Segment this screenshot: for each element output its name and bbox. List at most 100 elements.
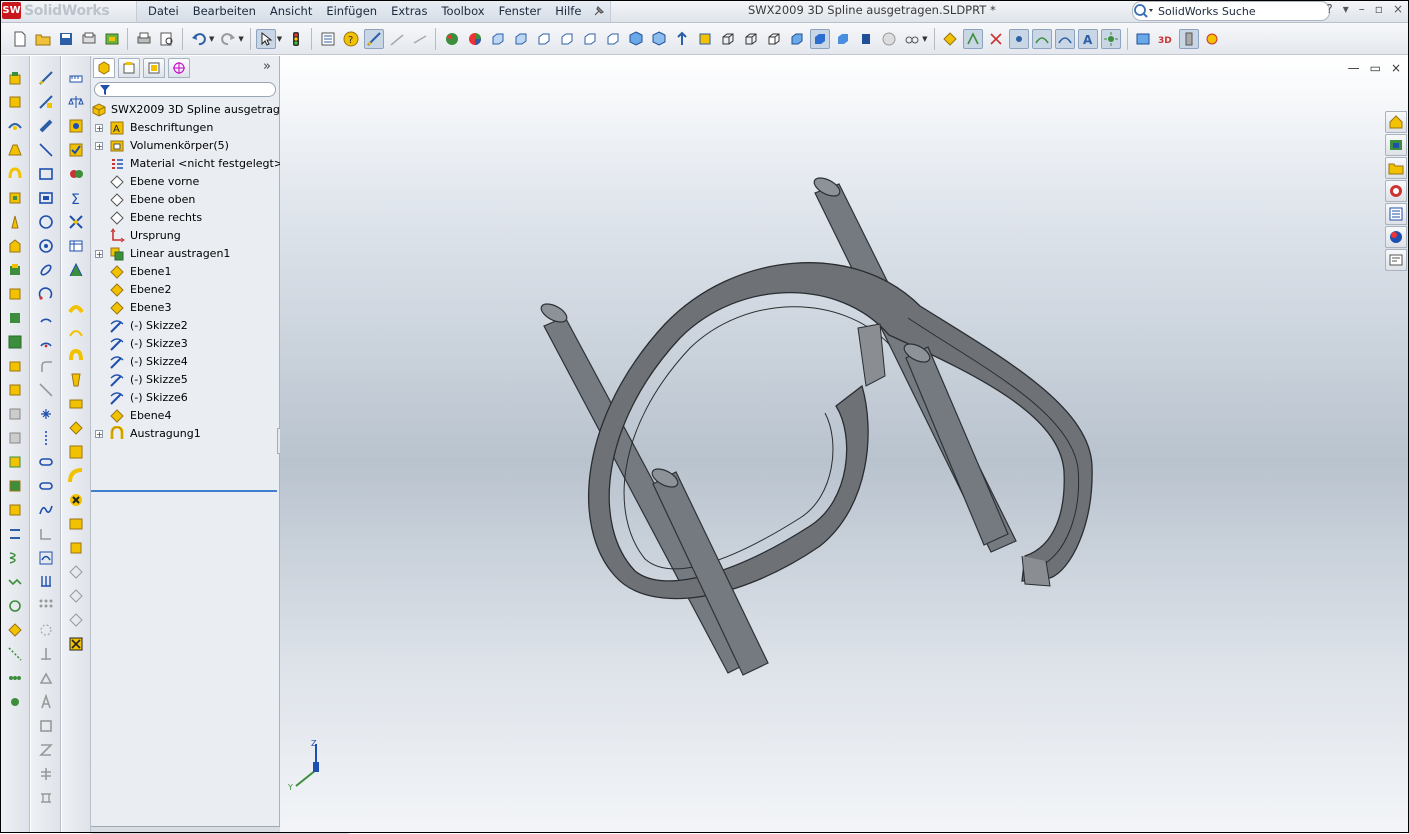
boundary-boss-icon[interactable] (5, 164, 25, 184)
minimize-button[interactable]: ▾ (1343, 2, 1349, 16)
construction-line-icon[interactable] (36, 428, 56, 448)
centerpoint-arc-icon[interactable] (36, 332, 56, 352)
view-front-icon[interactable] (488, 29, 508, 49)
hidden-lines-visible-icon[interactable] (741, 29, 761, 49)
mass-properties-icon[interactable] (66, 92, 86, 112)
rollback-bar[interactable] (91, 490, 277, 492)
addins-icon[interactable] (1202, 29, 1222, 49)
view-planes-icon[interactable] (940, 29, 960, 49)
tree-root-part[interactable]: SWX2009 3D Spline ausgetragen (91, 101, 294, 119)
view-settings-dropdown-icon[interactable]: ▼ (922, 35, 927, 43)
reference-point-icon[interactable] (5, 668, 25, 688)
design-study-icon[interactable] (66, 260, 86, 280)
untrim-surface-icon[interactable] (66, 586, 86, 606)
hidden-lines-removed-icon[interactable] (764, 29, 784, 49)
smart-dimension-tool-icon[interactable] (36, 116, 56, 136)
tree-item[interactable]: Ebene4 (91, 407, 279, 425)
save-icon[interactable] (56, 29, 76, 49)
tab-property-manager[interactable] (118, 58, 140, 78)
expand-toggle-icon[interactable]: + (95, 250, 103, 259)
ruled-surface-icon[interactable] (66, 442, 86, 462)
split-icon[interactable] (5, 524, 25, 544)
equations-icon[interactable]: Σ (66, 188, 86, 208)
combine-icon[interactable] (5, 500, 25, 520)
slot-icon[interactable] (36, 188, 56, 208)
new-document-icon[interactable] (10, 29, 30, 49)
extend-surface-icon[interactable] (66, 466, 86, 486)
menu-toolbox[interactable]: Toolbox (434, 4, 491, 18)
undo-icon[interactable] (189, 29, 209, 49)
swept-surface-icon[interactable] (66, 298, 86, 318)
help-bubble-icon[interactable]: ? (341, 29, 361, 49)
tree-item[interactable]: (-) Skizze5 (91, 371, 279, 389)
measure-icon[interactable] (66, 68, 86, 88)
boundary-surface-icon[interactable] (66, 346, 86, 366)
tree-item[interactable]: Ebene oben (91, 191, 279, 209)
scale-icon[interactable] (36, 764, 56, 784)
view-curves-icon[interactable] (1055, 28, 1076, 49)
reference-plane-icon[interactable] (5, 620, 25, 640)
tree-item[interactable]: Ebene1 (91, 263, 279, 281)
spline-icon[interactable] (36, 500, 56, 520)
rebuild-icon[interactable] (102, 29, 122, 49)
graphics-area[interactable]: — ▭ × Z Y (280, 56, 1409, 833)
view-points-icon[interactable] (1009, 28, 1030, 49)
display-states-icon[interactable] (442, 29, 462, 49)
planar-surface-icon[interactable] (66, 394, 86, 414)
sketch-point-icon[interactable] (36, 404, 56, 424)
sketch-pattern-icon[interactable] (36, 596, 56, 616)
three-point-arc-icon[interactable] (36, 308, 56, 328)
linear-pattern-icon[interactable] (5, 332, 25, 352)
normal-to-icon[interactable] (672, 29, 692, 49)
swept-cut-icon[interactable] (5, 236, 25, 256)
minimize-window-icon[interactable]: – (1359, 2, 1365, 16)
print-preview-icon[interactable] (79, 29, 99, 49)
ellipse-icon[interactable] (36, 260, 56, 280)
section-properties-icon[interactable] (66, 116, 86, 136)
pin-icon[interactable] (592, 4, 606, 18)
wireframe-icon[interactable] (718, 29, 738, 49)
rib-icon[interactable] (5, 356, 25, 376)
dimension-icon[interactable] (387, 29, 407, 49)
tree-item[interactable]: (-) Skizze4 (91, 353, 279, 371)
view-top-icon[interactable] (580, 29, 600, 49)
convert-entities-icon[interactable] (36, 524, 56, 544)
tree-item[interactable]: (-) Skizze6 (91, 389, 279, 407)
section-view-icon[interactable] (695, 29, 715, 49)
wrap-icon[interactable] (5, 428, 25, 448)
tree-filter-input[interactable] (94, 82, 276, 97)
tab-configuration-manager[interactable] (143, 58, 165, 78)
filled-surface-icon[interactable] (66, 370, 86, 390)
arc-icon[interactable] (36, 236, 56, 256)
realview-icon[interactable] (879, 29, 899, 49)
view-sketches-icon[interactable] (1032, 28, 1053, 49)
tree-item[interactable]: Ebene rechts (91, 209, 279, 227)
expand-toggle-icon[interactable]: + (95, 430, 103, 439)
tree-item[interactable]: + Volumenkörper(5) (91, 137, 279, 155)
search-field[interactable]: SolidWorks Suche (1132, 1, 1330, 21)
revolved-cut-icon[interactable] (5, 212, 25, 232)
tree-item[interactable]: (-) Skizze3 (91, 335, 279, 353)
perspective-icon[interactable] (833, 29, 853, 49)
menu-fenster[interactable]: Fenster (492, 4, 549, 18)
statistics-icon[interactable] (66, 212, 86, 232)
shaded-icon[interactable] (809, 28, 830, 49)
redo-dropdown-icon[interactable]: ▼ (238, 35, 243, 43)
trim-surface-icon[interactable] (66, 514, 86, 534)
view-axes-icon[interactable] (963, 28, 984, 49)
tree-item[interactable]: (-) Skizze2 (91, 317, 279, 335)
lofted-boss-icon[interactable] (5, 140, 25, 160)
smart-dimension-icon[interactable] (410, 29, 430, 49)
circle-icon[interactable] (36, 212, 56, 232)
view-left-icon[interactable] (534, 29, 554, 49)
offset-entities-icon[interactable] (36, 548, 56, 568)
reference-axis-icon[interactable] (5, 644, 25, 664)
restore-window-icon[interactable]: ▫ (1375, 2, 1383, 16)
shaded-with-edges-icon[interactable] (787, 29, 807, 49)
print-icon[interactable] (134, 29, 154, 49)
shell-icon[interactable] (5, 404, 25, 424)
menu-ansicht[interactable]: Ansicht (263, 4, 319, 18)
draft-icon[interactable] (5, 380, 25, 400)
coordinate-system-icon[interactable] (5, 692, 25, 712)
simulation-express-icon[interactable] (66, 164, 86, 184)
